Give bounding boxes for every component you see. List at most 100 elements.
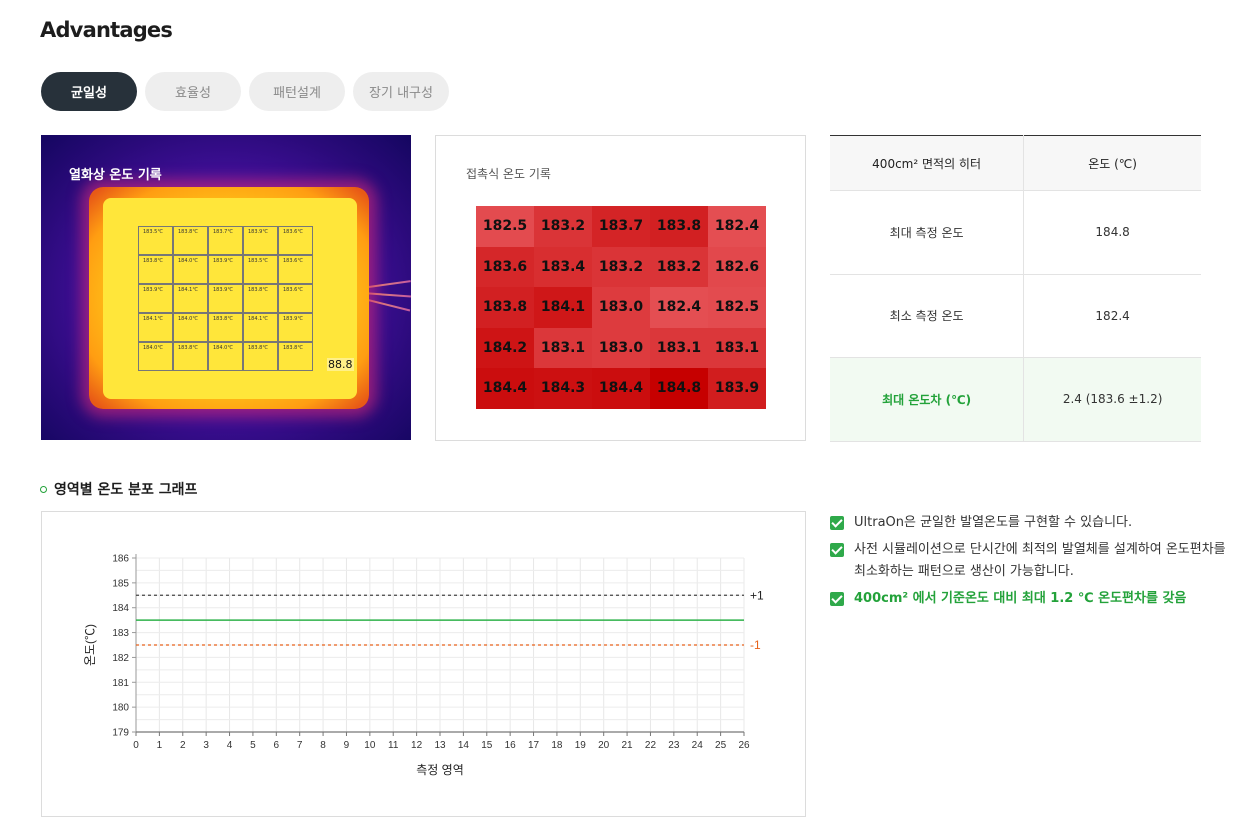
contact-panel: 접촉식 온도 기록 182.5 183.2 183.7 183.8 182.4 183.6… <box>435 135 806 441</box>
thermal-cell: 183.9℃ <box>208 284 243 313</box>
contact-cell: 184.8 <box>650 368 708 409</box>
x-tick-label: 15 <box>481 740 493 751</box>
thermal-label: 열화상 온도 기록 <box>69 168 162 183</box>
x-tick-label: 18 <box>551 740 563 751</box>
thermal-cell-value: 183.8℃ <box>213 316 233 322</box>
thermal-cell-value: 184.0℃ <box>178 316 198 322</box>
contact-cell: 182.4 <box>650 287 708 328</box>
page-title: Advantages <box>40 18 173 42</box>
table-row: 최대 측정 온도 184.8 <box>830 190 1201 275</box>
tab-durability[interactable]: 장기 내구성 <box>353 72 449 111</box>
thermal-cell-value: 184.0℃ <box>143 345 163 351</box>
tab-uniformity[interactable]: 균일성 <box>41 72 137 111</box>
x-tick-label: 23 <box>668 740 680 751</box>
thermal-cell: 184.1℃ <box>138 313 173 342</box>
x-tick-label: 8 <box>320 740 326 751</box>
header-heater: 400cm² 면적의 히터 <box>830 135 1025 191</box>
contact-cell: 183.6 <box>476 246 534 287</box>
contact-cell: 184.3 <box>534 368 592 409</box>
row-label: 최소 측정 온도 <box>830 274 1025 358</box>
x-tick-label: 17 <box>528 740 540 751</box>
list-item-text: 사전 시뮬레이션으로 단시간에 최적의 발열체를 설계하여 온도편차를 최소화하… <box>854 542 1226 579</box>
x-tick-label: 22 <box>645 740 657 751</box>
thermal-cell: 183.5℃ <box>243 255 278 284</box>
contact-cell: 183.7 <box>592 206 650 247</box>
contact-cell: 183.2 <box>650 246 708 287</box>
thermal-cell-value: 183.6℃ <box>283 258 303 264</box>
row-value: 2.4 (183.6 ±1.2) <box>1023 357 1201 442</box>
x-tick-label: 7 <box>297 740 303 751</box>
thermal-cell-value: 183.9℃ <box>248 229 268 235</box>
thermal-cell-value: 183.8℃ <box>248 287 268 293</box>
thermal-cell-value: 183.8℃ <box>178 345 198 351</box>
y-tick-label: 179 <box>112 728 129 739</box>
x-tick-label: 9 <box>344 740 350 751</box>
contact-cell: 183.1 <box>650 327 708 368</box>
contact-cell: 183.9 <box>708 368 766 409</box>
row-value: 182.4 <box>1023 274 1201 358</box>
x-tick-label: 25 <box>715 740 727 751</box>
temperature-chart: 0 1 2 3 4 5 6 7 8 9 10 11 12 13 14 15 16 17 18 19 20 21 22 23 24… <box>83 554 764 778</box>
thermal-cell: 183.8℃ <box>138 255 173 284</box>
list-item-highlight: 400cm² 에서 기준온도 대비 최대 1.2 ℃ 온도편차를 갖음 <box>830 588 1230 610</box>
thermal-image: 열화상 온도 기록 183.5℃ 183.8℃ 183.7℃ 183.9℃ 183.6℃… <box>41 135 411 440</box>
thermal-cell-value: 183.6℃ <box>283 229 303 235</box>
x-tick-label: 12 <box>411 740 423 751</box>
thermal-cell: 183.6℃ <box>278 284 313 313</box>
x-tick-label: 11 <box>388 740 399 751</box>
thermal-cell: 183.9℃ <box>243 226 278 255</box>
thermal-cell: 184.1℃ <box>173 284 208 313</box>
checkbox-checked-icon <box>830 543 844 557</box>
thermal-cell: 184.0℃ <box>208 342 243 371</box>
contact-cell: 183.1 <box>534 327 592 368</box>
y-tick-label: 185 <box>112 578 129 589</box>
contact-grid: 182.5 183.2 183.7 183.8 182.4 183.6 183.4 183.2… <box>476 206 766 409</box>
feature-list: UltraOn은 균일한 발열온도를 구현할 수 있습니다. 사전 시뮬레이션으… <box>830 512 1230 615</box>
x-tick-label: 19 <box>575 740 587 751</box>
thermal-cell-value: 183.9℃ <box>213 258 233 264</box>
circle-bullet-icon <box>40 485 47 493</box>
x-tick-label: 6 <box>274 740 280 751</box>
thermal-cell: 183.6℃ <box>278 226 313 255</box>
contact-cell: 182.4 <box>708 206 766 247</box>
thermal-cell-value: 183.9℃ <box>143 287 163 293</box>
thermal-cell: 183.9℃ <box>278 313 313 342</box>
y-tick-label: 184 <box>112 603 129 614</box>
spec-table-header: 400cm² 면적의 히터 온도 (℃) <box>830 135 1201 191</box>
table-row-highlight: 최대 온도차 (℃) 2.4 (183.6 ±1.2) <box>830 357 1201 442</box>
thermal-readout: 88.8 <box>327 358 354 371</box>
row-label: 최대 온도차 (℃) <box>830 357 1025 442</box>
contact-cell: 183.2 <box>592 246 650 287</box>
thermal-cell: 183.9℃ <box>208 255 243 284</box>
row-label: 최대 측정 온도 <box>830 190 1025 275</box>
x-tick-label: 10 <box>364 740 376 751</box>
thermal-cell-value: 183.7℃ <box>213 229 233 235</box>
contact-cell: 182.6 <box>708 246 766 287</box>
x-tick-label: 14 <box>458 740 470 751</box>
x-tick-label: 4 <box>227 740 233 751</box>
thermal-cell-value: 184.0℃ <box>213 345 233 351</box>
tab-pattern-design[interactable]: 패턴설계 <box>249 72 345 111</box>
thermal-cell: 184.1℃ <box>243 313 278 342</box>
contact-cell: 182.5 <box>476 206 534 247</box>
x-tick-label: 2 <box>180 740 186 751</box>
x-tick-label: 21 <box>622 740 634 751</box>
thermal-cell: 183.8℃ <box>208 313 243 342</box>
x-tick-label: 24 <box>692 740 704 751</box>
x-tick-label: 26 <box>738 740 750 751</box>
thermal-cell-value: 183.8℃ <box>143 258 163 264</box>
thermal-cell: 183.8℃ <box>243 342 278 371</box>
contact-label: 접촉식 온도 기록 <box>466 167 551 181</box>
contact-cell: 184.1 <box>534 287 592 328</box>
thermal-cell-value: 184.1℃ <box>178 287 198 293</box>
thermal-cell-value: 183.6℃ <box>283 287 303 293</box>
tab-efficiency[interactable]: 효율성 <box>145 72 241 111</box>
thermal-cell-value: 184.1℃ <box>143 316 163 322</box>
contact-cell: 184.4 <box>592 368 650 409</box>
checkbox-checked-icon <box>830 592 844 606</box>
y-tick-label: 186 <box>112 554 129 565</box>
contact-cell: 183.2 <box>534 206 592 247</box>
list-item-text: UltraOn은 균일한 발열온도를 구현할 수 있습니다. <box>854 515 1133 530</box>
y-axis-label: 온도(℃) <box>83 624 97 666</box>
thermal-cell: 183.8℃ <box>173 342 208 371</box>
